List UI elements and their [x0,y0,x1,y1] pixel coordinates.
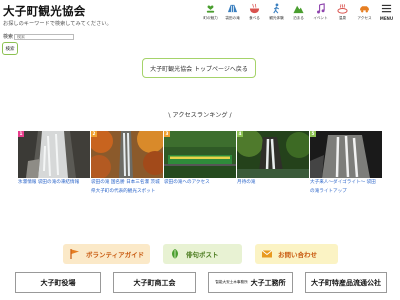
menu-button[interactable]: MENU [376,3,397,23]
ranking-item[interactable]: 2 袋田の滝 国名勝 日本三名瀑 茨城県大子町の代表的観光スポット [91,131,163,196]
contact-label: お問い合わせ [278,251,317,259]
nav-label: 袋田の滝 [225,16,240,20]
ranking-thumbnail[interactable]: 2 [91,131,163,178]
mountain-icon [293,5,304,14]
ranking-list: 1 氷瀑情報 袋田の滝の凍結情報 2 袋田の滝 国名勝 日本三名瀑 茨城県大子町… [18,131,382,196]
search-hint: お探しのキーワードで検索してみてください。 [3,21,112,27]
music-note-icon [317,3,325,14]
hot-spring-icon [337,4,348,14]
rank-badge: 3 [164,131,170,137]
rank-badge: 2 [91,131,97,137]
ranking-heading: \ アクセスランキング / [168,112,232,119]
volunteer-guide-button[interactable]: ボランティアガイド [63,244,150,264]
products-corp-link[interactable]: 大子町特産品流通公社 [305,272,387,293]
waterfall-icon [227,4,238,13]
nav-item-event[interactable]: イベント [310,3,331,23]
haiku-post-button[interactable]: 俳句ポスト [163,244,242,264]
flag-icon [70,249,79,259]
hamburger-menu-icon [381,4,392,13]
frozen-waterfall-photo [18,131,90,178]
nav-label: 温泉 [338,16,347,20]
car-icon [359,6,370,13]
kohmusho-label: 大子工務所 [250,278,286,287]
site-header: 大子町観光協会 お探しのキーワードで検索してみてください。 町の魅力 袋田の滝 … [0,0,400,27]
train-bridge-photo [164,131,236,178]
quick-links: ボランティアガイド 俳句ポスト お問い合わせ [63,244,338,264]
lightup-waterfall-photo [310,131,382,178]
ranking-item[interactable]: 3 袋田の滝へのアクセス [164,131,236,196]
ranking-link[interactable]: 大子来人〜ダイゴライト〜 袋田の滝ライトアップ [310,179,382,196]
kohmusho-link[interactable]: 智能大安土木事務所 大子工務所 [208,272,293,293]
chamber-link[interactable]: 大子町商工会 [113,272,196,293]
ranking-link[interactable]: 袋田の滝 国名勝 日本三名瀑 茨城県大子町の代表的観光スポット [91,179,163,196]
ranking-item[interactable]: 1 氷瀑情報 袋田の滝の凍結情報 [18,131,90,196]
ranking-item[interactable]: 4 月待の滝 [237,131,309,196]
haiku-post-label: 俳句ポスト [186,251,219,259]
nav-label: 食べる [249,16,260,20]
back-to-top-page-button[interactable]: 大子町観光協会 トップページへ戻る [142,58,256,78]
rank-badge: 1 [18,131,24,137]
nav-label: 泊まる [293,16,304,20]
bowl-icon [249,3,260,14]
menu-label: MENU [379,16,394,21]
nav-item-stay[interactable]: 泊まる [288,3,309,23]
green-waterfall-photo [237,131,309,178]
nav-label: アクセス [357,16,372,20]
nav-label: イベント [313,16,328,20]
ranking-thumbnail[interactable]: 5 [310,131,382,178]
nav-item-experience[interactable]: 観光体験 [266,3,287,23]
search-row: 検索 [3,33,75,40]
site-title[interactable]: 大子町観光協会 [3,3,86,19]
rank-badge: 4 [237,131,243,137]
search-button[interactable]: 検索 [2,42,18,55]
ranking-link[interactable]: 月待の滝 [237,179,309,188]
ranking-thumbnail[interactable]: 4 [237,131,309,178]
rank-badge: 5 [310,131,316,137]
nav-item-fukuroda[interactable]: 袋田の滝 [222,3,243,23]
nav-item-access[interactable]: アクセス [354,3,375,23]
envelope-icon [261,250,273,258]
volunteer-guide-label: ボランティアガイド [86,251,145,259]
ranking-thumbnail[interactable]: 3 [164,131,236,178]
contact-button[interactable]: お問い合わせ [255,244,338,264]
autumn-waterfall-photo [91,131,163,178]
search-label: 検索 [3,34,14,40]
leaf-icon [172,249,178,259]
ranking-item[interactable]: 5 大子来人〜ダイゴライト〜 袋田の滝ライトアップ [310,131,382,196]
nav-item-onsen[interactable]: 温泉 [332,3,353,23]
hand-heart-icon [206,5,215,13]
nav-label: 町の魅力 [203,16,218,20]
ranking-link[interactable]: 袋田の滝へのアクセス [164,179,236,188]
town-office-link[interactable]: 大子町役場 [15,272,101,293]
organization-links: 大子町役場 大子町商工会 智能大安土木事務所 大子工務所 大子町特産品流通公社 [15,272,387,293]
kohmusho-subtitle: 智能大安土木事務所 [215,280,248,284]
nav-item-charm[interactable]: 町の魅力 [200,3,221,23]
walking-icon [273,3,280,14]
nav-label: 観光体験 [269,16,284,20]
search-input[interactable] [14,33,75,40]
nav-item-eat[interactable]: 食べる [244,3,265,23]
global-nav: 町の魅力 袋田の滝 食べる 観光体験 泊まる イベント 温泉 アクセス MENU [200,3,397,23]
ranking-link[interactable]: 氷瀑情報 袋田の滝の凍結情報 [18,179,90,188]
ranking-thumbnail[interactable]: 1 [18,131,90,178]
